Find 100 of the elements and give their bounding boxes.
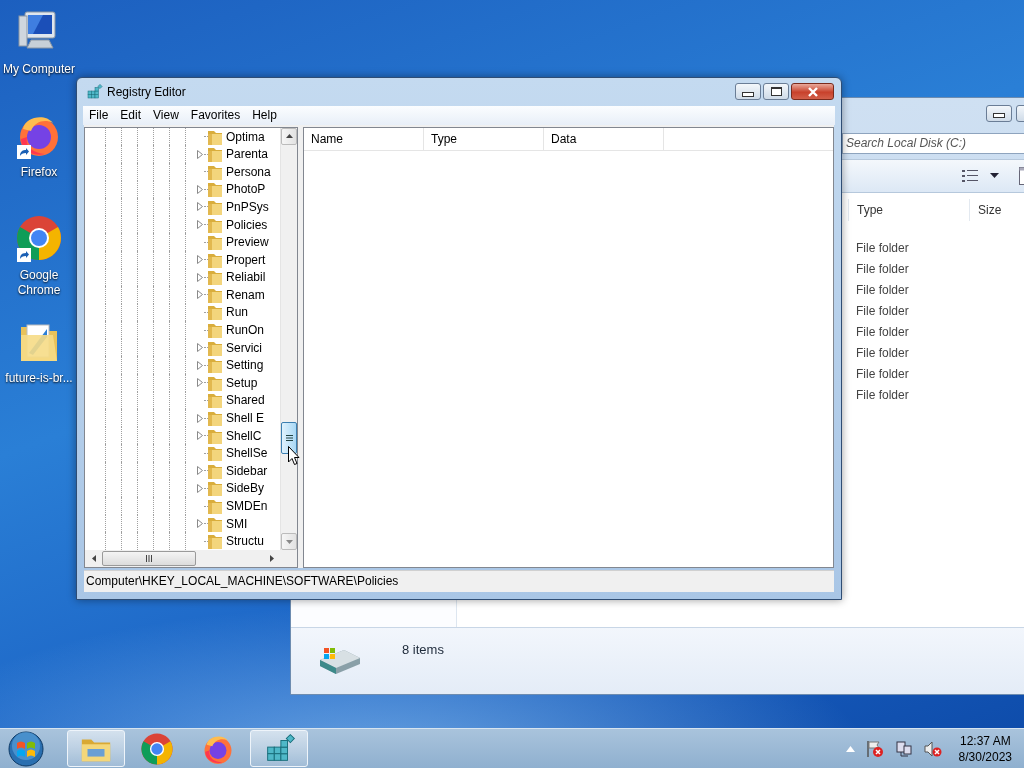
menu-item[interactable]: Favorites <box>184 105 247 125</box>
column-header[interactable]: Type <box>848 199 969 221</box>
tree-item[interactable]: SMDEn <box>226 499 268 513</box>
flag-icon[interactable] <box>865 739 884 758</box>
tree-item[interactable]: Setting <box>226 358 264 373</box>
close-button[interactable] <box>791 83 834 100</box>
minimize-button[interactable] <box>735 83 761 100</box>
window-title: Registry Editor <box>107 84 186 99</box>
tree-item[interactable]: ShellSe <box>226 446 268 461</box>
scroll-right-arrow-icon[interactable] <box>269 555 274 562</box>
tree-item[interactable]: Renam <box>226 287 265 302</box>
table-cell-text: File folder <box>855 261 910 278</box>
tree-item[interactable]: Sidebar <box>226 463 268 478</box>
maximize-button[interactable] <box>763 83 789 100</box>
folder-icon <box>208 269 222 286</box>
folder-icon <box>208 410 222 427</box>
tree-item[interactable]: Run <box>226 305 248 320</box>
menu-item[interactable]: View <box>147 105 185 125</box>
tree-item[interactable]: Policies <box>226 217 268 232</box>
start-button[interactable] <box>6 728 46 768</box>
network-icon[interactable] <box>894 739 913 758</box>
folder-icon <box>208 374 222 391</box>
folder-icon <box>208 198 222 215</box>
grip-icon[interactable] <box>145 555 153 562</box>
folder-icon <box>208 181 222 198</box>
menu-item[interactable]: File <box>83 105 115 125</box>
tree-item[interactable]: Optima <box>226 129 265 144</box>
status-bar: Computer\HKEY_LOCAL_MACHINE\SOFTWARE\Policies <box>84 570 834 592</box>
desktop-icon-label[interactable]: future-is-br... <box>2 371 76 386</box>
taskbar-button[interactable] <box>67 730 125 767</box>
horizontal-scrollbar[interactable] <box>85 550 280 567</box>
folder-icon <box>208 128 222 145</box>
tree-item[interactable]: Parenta <box>226 147 269 162</box>
vertical-scrollbar[interactable] <box>280 127 297 550</box>
view-options-icon[interactable] <box>962 169 978 183</box>
search-field[interactable]: Search Local Disk (C:) <box>842 132 1024 154</box>
folder-icon <box>208 286 222 303</box>
grip-icon[interactable] <box>285 433 293 442</box>
desktop-icon-label[interactable]: My Computer <box>2 62 76 77</box>
tree-item[interactable]: Propert <box>226 252 266 267</box>
scroll-up-arrow-icon[interactable] <box>285 134 293 139</box>
folder-icon <box>208 515 222 532</box>
blocks-icon[interactable] <box>85 82 103 101</box>
desktop-icon-label[interactable]: Firefox <box>2 165 76 180</box>
tree-item[interactable]: Reliabil <box>226 270 266 285</box>
folder-icon <box>208 427 222 444</box>
expand-arrow-icon[interactable] <box>197 149 203 159</box>
column-header[interactable]: Name <box>304 127 424 150</box>
scrollbar-thumb[interactable] <box>102 551 196 566</box>
expand-arrow-icon[interactable] <box>197 519 203 529</box>
tree-item[interactable]: SMI <box>226 516 248 531</box>
dropdown-caret-icon[interactable] <box>990 173 999 179</box>
show-hidden-icons-icon[interactable] <box>845 745 855 752</box>
tree-item[interactable]: Shared <box>226 393 265 408</box>
scroll-left-arrow-icon[interactable] <box>91 555 96 562</box>
tree-item[interactable]: Preview <box>226 235 269 250</box>
scroll-down-arrow-icon[interactable] <box>285 539 293 544</box>
tree-item[interactable]: Servici <box>226 340 262 355</box>
table-cell-text: File folder <box>855 366 910 383</box>
tree-item[interactable]: RunOn <box>226 323 265 338</box>
folder-icon <box>208 480 222 497</box>
folder-icon <box>208 533 222 550</box>
clock-time[interactable]: 12:37 AM <box>958 732 1012 749</box>
close-icon[interactable] <box>806 86 819 97</box>
table-cell-text: File folder <box>855 303 910 320</box>
table-cell-text: File folder <box>855 282 910 299</box>
menu-item[interactable]: Edit <box>114 105 148 125</box>
table-cell-text: File folder <box>855 345 910 362</box>
folder-icon <box>208 445 222 462</box>
table-cell-text: File folder <box>855 387 910 404</box>
table-cell-text: File folder <box>855 240 910 257</box>
mouse-pointer-icon[interactable] <box>288 446 300 465</box>
tree-item[interactable]: PhotoP <box>226 182 266 197</box>
tree-item[interactable]: PnPSys <box>226 199 269 214</box>
folder-icon <box>208 234 222 251</box>
minimize-button[interactable] <box>986 104 1012 122</box>
tree-item[interactable]: SideBy <box>226 481 265 496</box>
folder-icon <box>208 462 222 479</box>
chrome-icon[interactable] <box>15 214 63 262</box>
folder-icon <box>208 304 222 321</box>
item-count: 8 items <box>402 642 444 657</box>
column-header[interactable]: Size <box>969 199 1002 221</box>
tree-item[interactable]: Structu <box>226 534 264 549</box>
scrollbar-thumb[interactable] <box>281 421 297 454</box>
tree-item[interactable]: ShellC <box>226 428 262 443</box>
chrome-icon[interactable] <box>140 731 174 766</box>
folder-icon <box>208 392 222 409</box>
table-cell-text: File folder <box>855 324 910 341</box>
tree-item[interactable]: Persona <box>226 164 271 179</box>
shortcut-arrow-icon <box>17 145 31 159</box>
clock-date[interactable]: 8/30/2023 <box>958 748 1012 765</box>
desktop-icon-label[interactable]: Google Chrome <box>2 268 76 298</box>
tree-item[interactable]: Setup <box>226 375 258 390</box>
column-header[interactable]: Type <box>424 127 544 150</box>
muted-speaker-icon[interactable] <box>923 739 942 758</box>
tree-item[interactable]: Shell E <box>226 411 265 426</box>
column-header[interactable]: Data <box>544 127 664 150</box>
menu-item[interactable]: Help <box>246 105 283 125</box>
taskbar-button[interactable] <box>250 730 308 767</box>
folder-icon <box>208 322 222 339</box>
